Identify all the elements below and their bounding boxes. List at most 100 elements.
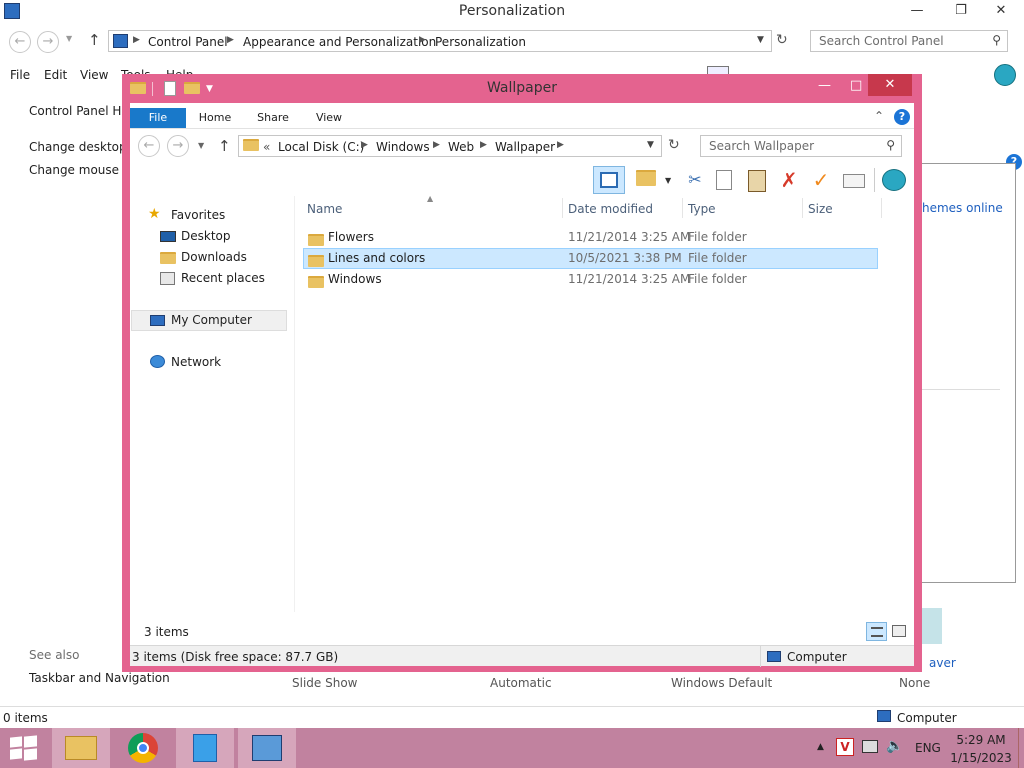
column-size[interactable]: Size bbox=[808, 202, 833, 216]
preview-pane-button[interactable] bbox=[593, 166, 625, 194]
maximize-button[interactable]: ❐ bbox=[946, 0, 976, 22]
chevron-down-icon[interactable]: ▼ bbox=[757, 35, 764, 45]
control-panel-home-link[interactable]: Control Panel Ho bbox=[29, 104, 129, 118]
screen-saver-value[interactable]: None bbox=[899, 676, 930, 690]
volume-icon[interactable]: 🔈 bbox=[886, 738, 903, 754]
breadcrumb-web[interactable]: Web bbox=[448, 140, 474, 154]
menu-view[interactable]: View bbox=[80, 68, 108, 82]
change-desktop-icons-link[interactable]: Change desktop i bbox=[29, 140, 134, 154]
search-placeholder: Search Control Panel bbox=[819, 34, 944, 48]
back-button[interactable]: ← bbox=[9, 31, 31, 53]
breadcrumb-control-panel[interactable]: Control Panel bbox=[148, 35, 228, 49]
column-name[interactable]: Name bbox=[307, 202, 342, 216]
collapse-ribbon-icon[interactable]: ⌃ bbox=[874, 109, 884, 123]
taskbar-control-panel[interactable] bbox=[238, 728, 296, 768]
close-button[interactable]: ✕ bbox=[986, 0, 1016, 22]
breadcrumb-personalization[interactable]: Personalization bbox=[435, 35, 526, 49]
forward-button[interactable]: → bbox=[37, 31, 59, 53]
clock-date[interactable]: 1/15/2023 bbox=[948, 751, 1014, 765]
tab-share[interactable]: Share bbox=[250, 108, 296, 128]
breadcrumb-local-disk[interactable]: Local Disk (C:) bbox=[278, 140, 364, 154]
up-button[interactable]: ↑ bbox=[88, 31, 101, 49]
tab-view[interactable]: View bbox=[306, 108, 352, 128]
breadcrumb-appearance[interactable]: Appearance and Personalization bbox=[243, 35, 436, 49]
color-label[interactable]: Automatic bbox=[490, 676, 552, 690]
nav-my-computer[interactable]: My Computer bbox=[171, 313, 252, 327]
folder-options-icon[interactable] bbox=[636, 170, 656, 189]
nav-network[interactable]: Network bbox=[171, 355, 221, 369]
search-icon[interactable]: ⚲ bbox=[992, 33, 1001, 47]
up-button[interactable]: ↑ bbox=[218, 137, 231, 155]
table-row[interactable]: Windows 11/21/2014 3:25 AM File folder bbox=[303, 269, 878, 290]
show-desktop-button[interactable] bbox=[1018, 728, 1024, 768]
nav-desktop[interactable]: Desktop bbox=[181, 229, 231, 243]
get-more-themes-link[interactable]: hemes online bbox=[922, 201, 1003, 215]
row-date: 10/5/2021 3:38 PM bbox=[568, 251, 682, 265]
wallpaper-status-bar: 3 items (Disk free space: 87.7 GB) Compu… bbox=[130, 645, 914, 667]
table-row-selected[interactable]: Lines and colors 10/5/2021 3:38 PM File … bbox=[303, 248, 878, 269]
minimize-button[interactable]: — bbox=[818, 78, 831, 93]
forward-button[interactable]: → bbox=[167, 135, 189, 157]
nav-recent-places[interactable]: Recent places bbox=[181, 271, 265, 285]
maximize-button[interactable]: □ bbox=[850, 78, 862, 93]
favorites-star-icon: ★ bbox=[148, 206, 161, 222]
screen-saver-link[interactable]: aver bbox=[929, 656, 956, 670]
paste-icon[interactable] bbox=[748, 170, 766, 192]
close-button[interactable]: ✕ bbox=[868, 74, 912, 96]
sounds-label[interactable]: Windows Default bbox=[671, 676, 772, 690]
taskbar-navigation-link[interactable]: Taskbar and Navigation bbox=[29, 671, 170, 685]
cut-icon[interactable]: ✂ bbox=[683, 168, 707, 192]
chevron-down-icon[interactable]: ▼ bbox=[665, 176, 671, 185]
column-divider[interactable] bbox=[562, 198, 563, 218]
start-button[interactable] bbox=[10, 735, 38, 761]
network-tray-icon[interactable] bbox=[862, 740, 878, 753]
breadcrumb-overflow[interactable]: « bbox=[263, 140, 270, 154]
tab-file[interactable]: File bbox=[130, 108, 186, 128]
rename-check-icon[interactable]: ✓ bbox=[809, 168, 833, 192]
wallpaper-search-input[interactable]: Search Wallpaper ⚲ bbox=[700, 135, 902, 157]
desktop-background-label[interactable]: Slide Show bbox=[292, 676, 357, 690]
nav-downloads[interactable]: Downloads bbox=[181, 250, 247, 264]
recent-pages-icon[interactable]: ▼ bbox=[66, 34, 72, 43]
chevron-down-icon[interactable]: ▼ bbox=[647, 140, 654, 150]
copy-icon[interactable] bbox=[716, 170, 732, 190]
globe-icon[interactable] bbox=[994, 64, 1016, 86]
address-bar[interactable]: ▶ Control Panel ▶ Appearance and Persona… bbox=[108, 30, 772, 52]
recent-locations-icon[interactable]: ▼ bbox=[198, 141, 204, 150]
delete-icon[interactable]: ✗ bbox=[777, 168, 801, 192]
screen-saver-icon[interactable] bbox=[922, 608, 942, 644]
taskbar-chrome[interactable] bbox=[114, 728, 172, 768]
large-icons-view-icon[interactable] bbox=[892, 625, 906, 637]
globe-icon[interactable] bbox=[882, 169, 906, 191]
control-panel-search-input[interactable]: Search Control Panel ⚲ bbox=[810, 30, 1008, 52]
properties-icon[interactable] bbox=[843, 174, 865, 188]
minimize-button[interactable]: — bbox=[902, 0, 932, 22]
column-divider[interactable] bbox=[881, 198, 882, 218]
nav-pane-splitter[interactable] bbox=[294, 196, 295, 612]
search-icon[interactable]: ⚲ bbox=[886, 138, 895, 152]
column-date-modified[interactable]: Date modified bbox=[568, 202, 653, 216]
clock-time[interactable]: 5:29 AM bbox=[948, 733, 1014, 747]
help-icon[interactable]: ? bbox=[894, 109, 910, 125]
back-button[interactable]: ← bbox=[138, 135, 160, 157]
show-hidden-icons[interactable]: ▲ bbox=[817, 742, 824, 752]
table-row[interactable]: Flowers 11/21/2014 3:25 AM File folder bbox=[303, 227, 878, 248]
column-divider[interactable] bbox=[802, 198, 803, 218]
nav-favorites[interactable]: Favorites bbox=[171, 208, 225, 222]
refresh-icon[interactable]: ↻ bbox=[776, 32, 788, 48]
tab-home[interactable]: Home bbox=[192, 108, 238, 128]
wallpaper-address-bar[interactable]: « Local Disk (C:) ▶ Windows ▶ Web ▶ Wall… bbox=[238, 135, 662, 157]
refresh-icon[interactable]: ↻ bbox=[668, 137, 680, 153]
network-icon bbox=[150, 355, 165, 368]
language-indicator[interactable]: ENG bbox=[915, 741, 941, 755]
menu-edit[interactable]: Edit bbox=[44, 68, 67, 82]
breadcrumb-windows[interactable]: Windows bbox=[376, 140, 430, 154]
taskbar-notepad[interactable] bbox=[176, 728, 234, 768]
column-divider[interactable] bbox=[682, 198, 683, 218]
breadcrumb-wallpaper[interactable]: Wallpaper bbox=[495, 140, 555, 154]
taskbar-file-explorer[interactable] bbox=[52, 728, 110, 768]
details-view-button[interactable] bbox=[866, 622, 887, 641]
antivirus-icon[interactable]: V bbox=[836, 738, 854, 756]
column-type[interactable]: Type bbox=[688, 202, 716, 216]
menu-file[interactable]: File bbox=[10, 68, 30, 82]
